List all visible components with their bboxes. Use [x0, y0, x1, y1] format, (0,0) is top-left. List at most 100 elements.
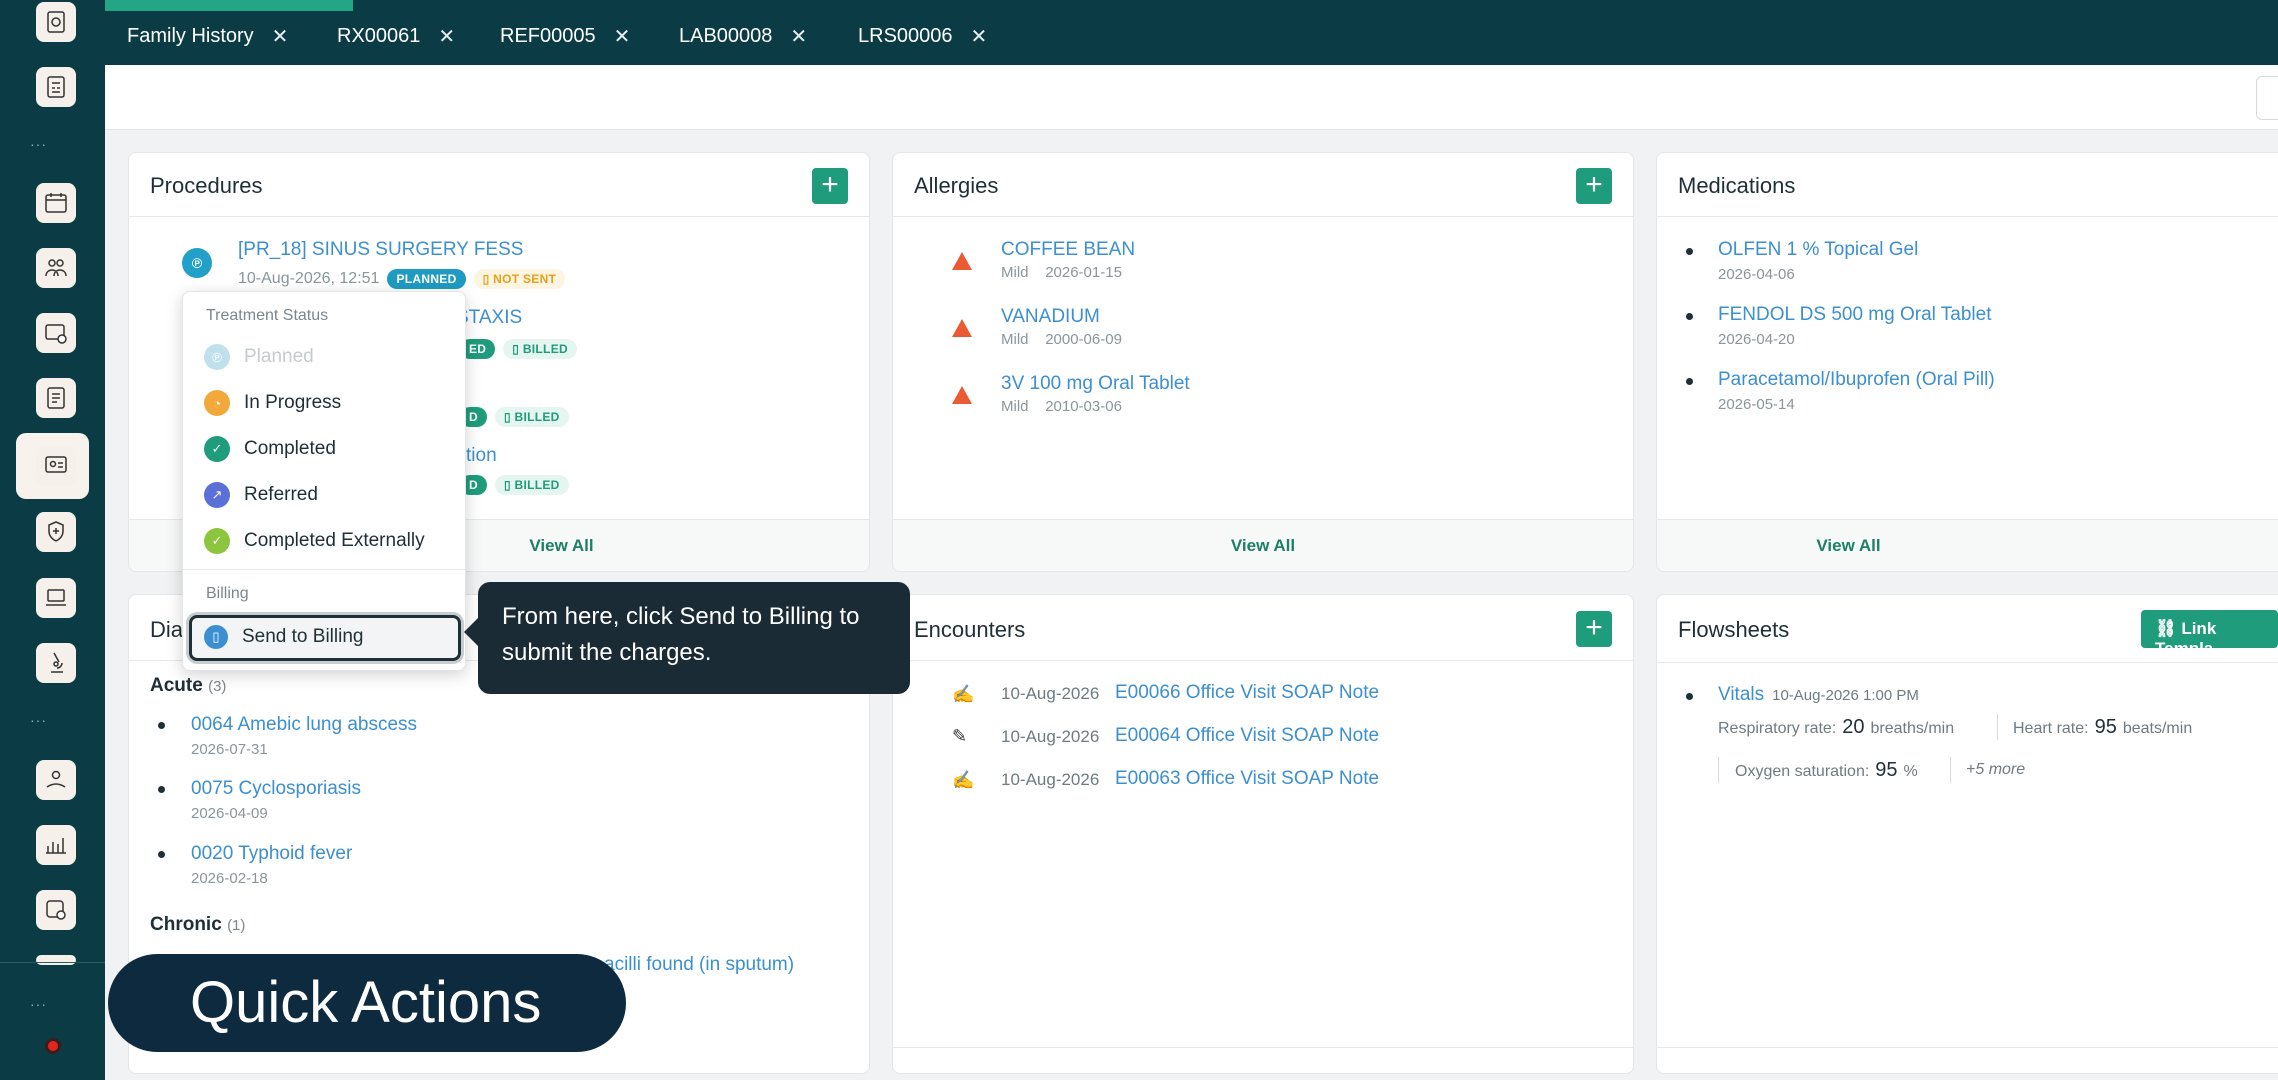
procedure-icon: ℗	[182, 248, 212, 278]
send-to-billing-button[interactable]: ▯ Send to Billing	[189, 615, 461, 661]
referral-icon: ↗	[204, 482, 230, 508]
signature-icon: ✍	[952, 770, 975, 790]
add-encounter-button[interactable]: +	[1576, 611, 1612, 647]
sidebar-more-dots-2[interactable]: ···	[30, 712, 47, 728]
diagnosis-name[interactable]: 0020 Typhoid fever	[191, 843, 352, 865]
medication-name[interactable]: OLFEN 1 % Topical Gel	[1718, 239, 1918, 261]
oxygen-saturation: Oxygen saturation: 95 %	[1735, 759, 1918, 781]
billing-badge: ▯ BILLED	[494, 475, 569, 495]
diagnosis-name[interactable]: acilli found (in sputum)	[604, 954, 794, 976]
diagnosis-date: 2026-07-31	[191, 741, 268, 758]
medication-date: 2026-05-14	[1718, 396, 1795, 413]
caregiver-icon[interactable]	[36, 760, 76, 800]
encounter-name[interactable]: E00063 Office Visit SOAP Note	[1115, 768, 1379, 790]
card-header: Allergies +	[893, 153, 1633, 217]
medication-name[interactable]: Paracetamol/Ibuprofen (Oral Pill)	[1718, 369, 1995, 391]
allergy-meta: Mild 2000-06-09	[1001, 331, 1122, 348]
sidebar-more-dots-3[interactable]: ···	[30, 996, 47, 1012]
tab-ref00005[interactable]: REF00005 ✕	[500, 24, 630, 49]
clipboard-icon[interactable]	[36, 2, 76, 42]
allergy-meta: Mild 2026-01-15	[1001, 264, 1122, 281]
card-footer-divider	[893, 1047, 1633, 1048]
separator	[1997, 714, 1998, 740]
quick-actions-button[interactable]: Quick Actions	[108, 954, 626, 1052]
medication-name[interactable]: FENDOL DS 500 mg Oral Tablet	[1718, 304, 1992, 326]
planned-icon: ℗	[204, 344, 230, 370]
encounter-date: 10-Aug-2026	[1001, 684, 1100, 703]
close-icon[interactable]: ✕	[614, 24, 631, 49]
medication-date: 2026-04-06	[1718, 266, 1795, 283]
check-icon: ✓	[204, 436, 230, 462]
close-icon[interactable]: ✕	[971, 24, 988, 49]
document-list-icon[interactable]	[36, 378, 76, 418]
tab-label: LAB00008	[679, 25, 773, 47]
add-record-icon[interactable]	[36, 890, 76, 930]
card-title: Encounters	[914, 617, 1026, 642]
close-icon[interactable]: ✕	[790, 24, 807, 49]
link-template-button[interactable]: ⛓ Link Templa	[2141, 610, 2278, 658]
encounter-date: 10-Aug-2026	[1001, 770, 1100, 789]
view-all-link[interactable]: View All	[1816, 536, 1880, 556]
more-vitals-link[interactable]: +5 more	[1966, 761, 2025, 779]
menu-item-completed[interactable]: ✓ Completed	[204, 436, 336, 462]
calculator-icon[interactable]	[36, 67, 76, 107]
bullet	[158, 851, 165, 858]
allergies-card: Allergies + View All	[892, 152, 1634, 572]
shield-hands-icon[interactable]	[36, 512, 76, 552]
allergy-meta: Mild 2010-03-06	[1001, 398, 1122, 415]
allergy-name[interactable]: 3V 100 mg Oral Tablet	[1001, 373, 1190, 395]
allergy-name[interactable]: COFFEE BEAN	[1001, 239, 1135, 261]
menu-section-treatment: Treatment Status	[206, 307, 329, 324]
view-all-link[interactable]: View All	[1231, 536, 1295, 556]
tab-label: RX00061	[337, 25, 421, 47]
bullet	[1686, 313, 1693, 320]
patient-card-icon[interactable]	[36, 445, 76, 485]
add-procedure-button[interactable]: +	[812, 168, 848, 204]
tab-label: REF00005	[500, 25, 596, 47]
diagnosis-name[interactable]: 0064 Amebic lung abscess	[191, 714, 417, 736]
calendar-icon[interactable]	[36, 183, 76, 223]
acute-heading: Acute (3)	[150, 675, 227, 696]
flowsheets-card: Flowsheets	[1656, 594, 2278, 1074]
tab-lab00008[interactable]: LAB00008 ✕	[679, 24, 807, 49]
heart-rate: Heart rate: 95 beats/min	[2013, 716, 2193, 738]
view-all-link[interactable]: View All	[529, 536, 593, 556]
microscope-icon[interactable]	[36, 643, 76, 683]
chronic-heading: Chronic (1)	[150, 914, 246, 935]
menu-item-send-to-billing[interactable]: ▯ Send to Billing	[204, 625, 363, 649]
tab-lrs00006[interactable]: LRS00006 ✕	[858, 24, 987, 49]
close-icon[interactable]: ✕	[272, 24, 289, 49]
laptop-icon[interactable]	[36, 578, 76, 618]
menu-item-completed-externally[interactable]: ✓ Completed Externally	[204, 528, 425, 554]
procedure-meta: 10-Aug-2026, 12:51 PLANNED ▯ NOT SENT	[238, 269, 566, 289]
vitals-link[interactable]: Vitals	[1718, 684, 1764, 706]
bar-chart-icon[interactable]	[36, 825, 76, 865]
billing-card-icon[interactable]	[36, 313, 76, 353]
procedure-title[interactable]: [PR_18] SINUS SURGERY FESS	[238, 239, 523, 261]
encounter-name[interactable]: E00064 Office Visit SOAP Note	[1115, 725, 1379, 747]
status-badge: PLANNED	[387, 269, 466, 289]
bullet	[1686, 693, 1693, 700]
menu-item-referred[interactable]: ↗ Referred	[204, 482, 318, 508]
encounter-name[interactable]: E00066 Office Visit SOAP Note	[1115, 682, 1379, 704]
card-header: Medications	[1657, 153, 2278, 217]
tab-rx00061[interactable]: RX00061 ✕	[337, 24, 455, 49]
sidebar-partial-icon[interactable]	[36, 955, 76, 965]
card-header: Encounters +	[893, 595, 1633, 661]
procedure-title[interactable]: tion	[466, 445, 497, 467]
toolbar-button[interactable]	[2256, 76, 2278, 120]
procedure-datetime: 10-Aug-2026, 12:51	[238, 270, 380, 287]
active-tab-indicator	[105, 0, 353, 11]
sidebar-more-dots[interactable]: ···	[30, 136, 47, 152]
tab-family-history[interactable]: Family History ✕	[127, 24, 288, 49]
add-allergy-button[interactable]: +	[1576, 168, 1612, 204]
sidebar-divider	[0, 962, 105, 963]
bullet	[1686, 248, 1693, 255]
allergy-name[interactable]: VANADIUM	[1001, 306, 1100, 328]
diagnosis-name[interactable]: 0075 Cyclosporiasis	[191, 778, 361, 800]
close-icon[interactable]: ✕	[438, 24, 455, 49]
vitals-row: Vitals 10-Aug-2026 1:00 PM	[1718, 684, 1919, 706]
medications-card: Medications View All	[1656, 152, 2278, 572]
menu-item-in-progress[interactable]: ◔ In Progress	[204, 390, 341, 416]
team-icon[interactable]	[36, 248, 76, 288]
